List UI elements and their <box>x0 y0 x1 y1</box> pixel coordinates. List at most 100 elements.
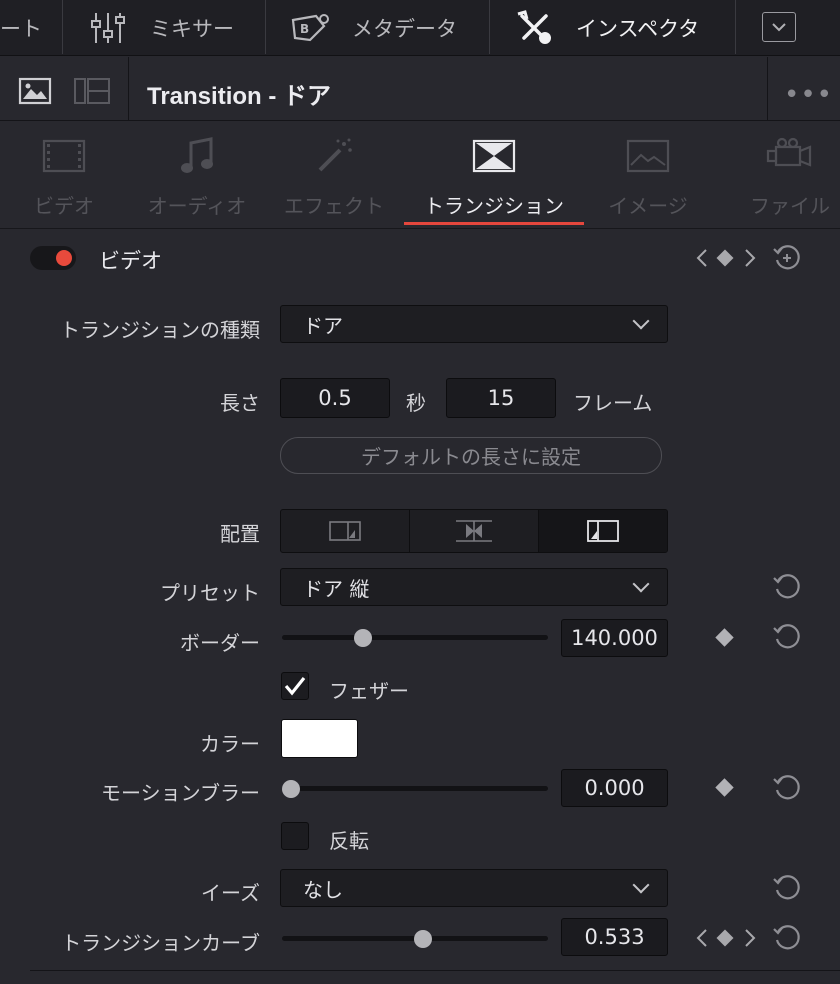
alignment-segmented-control <box>280 509 668 553</box>
more-options-button[interactable]: ••• <box>784 80 833 110</box>
checkmark-icon <box>284 677 306 696</box>
page-title: Transition - ドア <box>147 83 332 110</box>
ease-value: なし <box>303 877 343 902</box>
duration-frames-input[interactable]: 15 <box>446 378 556 418</box>
chevron-down-icon <box>772 23 786 32</box>
ease-reset-button[interactable] <box>772 873 802 907</box>
set-default-length-button[interactable]: デフォルトの長さに設定 <box>280 437 662 474</box>
mixer-faders-icon <box>91 13 125 43</box>
reverse-label: 反転 <box>329 829 369 853</box>
keyframe-nav[interactable] <box>694 246 758 274</box>
reset-icon <box>773 624 800 649</box>
collapse-panel-button[interactable] <box>762 12 796 42</box>
bottom-divider <box>30 970 840 971</box>
tab-transition[interactable]: トランジション <box>409 130 579 226</box>
active-tab-indicator <box>404 222 584 225</box>
align-center-button[interactable] <box>410 510 539 552</box>
toolbar-mixer-button[interactable]: ミキサー <box>90 0 234 56</box>
curve-value-input[interactable]: 0.533 <box>561 918 668 956</box>
inspector-label: インスペクタ <box>576 17 700 41</box>
toolbar-partial-tab[interactable]: ート <box>0 0 42 56</box>
titlebar-divider <box>128 57 129 120</box>
tab-transition-label: トランジション <box>424 194 564 218</box>
svg-text:B: B <box>300 22 309 36</box>
align-start-icon <box>329 521 361 541</box>
feather-checkbox[interactable] <box>281 672 309 700</box>
motion-blur-slider-handle[interactable] <box>282 780 300 798</box>
motion-blur-slider-track[interactable] <box>282 786 548 791</box>
toolbar-inspector-button[interactable]: インスペクタ <box>516 0 699 56</box>
preset-value: ドア 縦 <box>303 576 370 601</box>
curve-reset-button[interactable] <box>772 923 802 957</box>
set-default-length-label: デフォルトの長さに設定 <box>361 445 581 469</box>
toolbar-divider <box>265 0 266 54</box>
tab-image-label: イメージ <box>608 194 688 218</box>
preset-dropdown[interactable]: ドア 縦 <box>280 568 668 606</box>
toolbar-partial-label: ート <box>0 17 42 41</box>
mixer-label: ミキサー <box>150 17 234 41</box>
align-start-button[interactable] <box>281 510 410 552</box>
keyframe-nav-icon <box>696 249 756 267</box>
chevron-down-icon <box>632 876 650 894</box>
keyframe-nav-icon <box>696 929 756 947</box>
motion-blur-label: モーションブラー <box>101 781 260 805</box>
border-slider-track[interactable] <box>282 635 548 640</box>
tab-video-label: ビデオ <box>34 194 94 218</box>
align-center-icon <box>456 520 492 542</box>
split-view-icon[interactable] <box>73 77 111 109</box>
tab-effects[interactable]: エフェクト <box>249 130 419 226</box>
section-reset-button[interactable] <box>772 243 802 277</box>
border-slider-handle[interactable] <box>353 629 372 647</box>
feather-label: フェザー <box>329 679 409 703</box>
frames-unit: フレーム <box>573 391 653 415</box>
transition-type-label: トランジションの種類 <box>60 318 260 342</box>
curve-label: トランジションカーブ <box>61 931 260 955</box>
metadata-label: メタデータ <box>352 17 457 41</box>
curve-keyframe-nav[interactable] <box>694 926 758 954</box>
align-end-icon <box>587 520 619 542</box>
transition-type-dropdown[interactable]: ドア <box>280 305 668 343</box>
alignment-label: 配置 <box>220 522 260 546</box>
border-reset-button[interactable] <box>772 622 802 656</box>
video-enable-toggle[interactable] <box>30 246 76 270</box>
reverse-checkbox[interactable] <box>281 822 309 850</box>
tab-file[interactable]: ファイル <box>705 130 840 226</box>
toolbar-metadata-button[interactable]: B メタデータ <box>290 0 457 56</box>
reset-icon <box>773 875 800 900</box>
chevron-down-icon <box>632 312 650 330</box>
motion-blur-keyframe-button[interactable] <box>715 778 734 797</box>
titlebar-divider <box>767 57 768 120</box>
toolbar-divider <box>735 0 736 54</box>
preset-reset-button[interactable] <box>772 572 802 606</box>
border-value-input[interactable]: 140.000 <box>561 619 668 657</box>
toolbar-divider <box>62 0 63 54</box>
chevron-down-icon <box>632 575 650 593</box>
color-label: カラー <box>200 732 260 756</box>
border-label: ボーダー <box>180 631 260 655</box>
reset-icon <box>773 775 800 800</box>
toolbar-divider <box>489 0 490 54</box>
transition-icon <box>472 139 516 173</box>
section-title: ビデオ <box>99 249 162 273</box>
curve-slider-handle[interactable] <box>414 930 433 948</box>
seconds-unit: 秒 <box>406 391 426 415</box>
section-divider <box>0 228 840 229</box>
ease-label: イーズ <box>201 881 260 905</box>
motion-blur-value-input[interactable]: 0.000 <box>561 769 668 807</box>
ease-dropdown[interactable]: なし <box>280 869 668 907</box>
magic-wand-icon <box>318 138 352 172</box>
tab-audio-label: オーディオ <box>147 194 247 218</box>
tab-file-label: ファイル <box>750 194 830 218</box>
image-icon <box>626 139 670 173</box>
color-swatch[interactable] <box>281 719 358 758</box>
image-view-icon[interactable] <box>18 77 52 109</box>
inspector-title-bar <box>0 57 840 121</box>
border-keyframe-button[interactable] <box>715 628 734 647</box>
motion-blur-reset-button[interactable] <box>772 773 802 807</box>
film-icon <box>42 139 86 173</box>
tag-icon: B <box>291 14 329 42</box>
align-end-button[interactable] <box>539 510 667 552</box>
duration-seconds-input[interactable]: 0.5 <box>280 378 390 418</box>
tools-icon <box>517 10 551 44</box>
reset-icon <box>773 574 800 599</box>
